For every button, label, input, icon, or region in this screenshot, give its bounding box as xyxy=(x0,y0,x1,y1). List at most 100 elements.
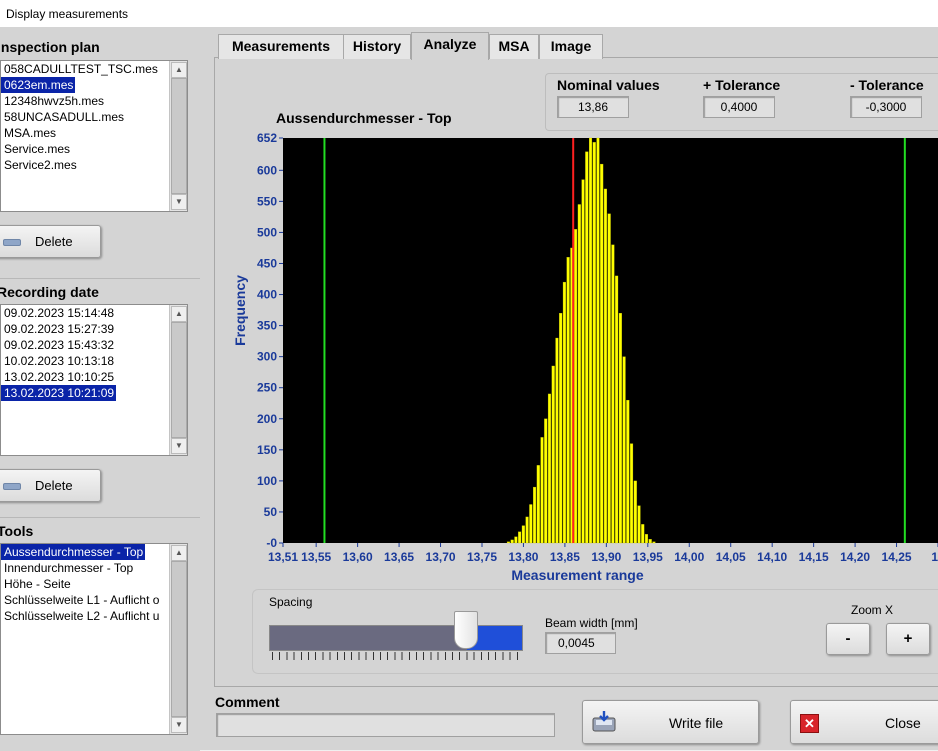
scroll-down-icon[interactable]: ▼ xyxy=(171,717,187,733)
y-tick-label: 450 xyxy=(257,256,277,270)
tab-image[interactable]: Image xyxy=(539,34,603,59)
histogram-bar xyxy=(529,504,533,544)
histogram-bar xyxy=(547,393,551,544)
recording-date-list-item[interactable]: 09.02.2023 15:14:48 xyxy=(1,305,187,321)
zoom-out-label: - xyxy=(845,630,851,647)
recording-date-list-item[interactable]: 09.02.2023 15:27:39 xyxy=(1,321,187,337)
zoom-in-label: + xyxy=(903,630,913,647)
scroll-up-icon[interactable]: ▲ xyxy=(171,545,187,561)
spacing-slider[interactable] xyxy=(269,625,523,651)
histogram-bar xyxy=(600,163,604,544)
tab-analyze[interactable]: Analyze xyxy=(411,32,489,60)
zoom-out-button[interactable]: - xyxy=(826,623,870,655)
tools-item-label: Schlüsselweite L2 - Auflicht u xyxy=(4,609,160,623)
recording-date-scrollbar[interactable]: ▲ ▼ xyxy=(169,305,187,455)
inspection-plan-list-item[interactable]: 058CADULLTEST_TSC.mes xyxy=(1,61,187,77)
tools-list-item[interactable]: Schlüsselweite L2 - Auflicht u xyxy=(1,608,187,624)
y-tick-label: 50 xyxy=(264,505,278,519)
spacing-label: Spacing xyxy=(269,595,313,609)
histogram-bar xyxy=(514,536,518,544)
inspection-plan-list-item[interactable]: Service2.mes xyxy=(1,157,187,173)
zoom-x-label: Zoom X xyxy=(851,603,894,617)
histogram-bar xyxy=(607,213,611,544)
scroll-thumb[interactable] xyxy=(171,322,187,438)
tools-list[interactable]: Aussendurchmesser - Top Innendurchmesser … xyxy=(0,543,188,735)
recording-date-item-label: 09.02.2023 15:43:32 xyxy=(4,338,115,352)
histogram-bar xyxy=(637,505,641,544)
tools-list-item[interactable]: Höhe - Seite xyxy=(1,576,187,592)
scroll-down-icon[interactable]: ▼ xyxy=(171,194,187,210)
recording-date-delete-button[interactable]: Delete xyxy=(0,469,101,502)
histogram-bar xyxy=(533,486,537,544)
inspection-plan-delete-button[interactable]: Delete xyxy=(0,225,101,258)
comment-field[interactable] xyxy=(216,713,555,737)
histogram-bar xyxy=(633,480,637,544)
close-button[interactable]: ✕ Close xyxy=(790,700,938,744)
tools-scrollbar[interactable]: ▲ ▼ xyxy=(169,544,187,734)
tools-list-item[interactable]: Aussendurchmesser - Top xyxy=(1,544,187,560)
close-x-icon: ✕ xyxy=(800,714,819,733)
tab-measurements[interactable]: Measurements xyxy=(218,34,344,59)
y-tick-label: 400 xyxy=(257,288,277,302)
x-tick-label: 13,95 xyxy=(633,550,663,564)
recording-date-list-item[interactable]: 10.02.2023 10:13:18 xyxy=(1,353,187,369)
zoom-in-button[interactable]: + xyxy=(886,623,930,655)
slider-fill xyxy=(270,626,467,650)
inspection-plan-list-item[interactable]: 0623em.mes xyxy=(1,77,187,93)
histogram-bar xyxy=(506,541,510,544)
histogram-bar xyxy=(641,524,645,544)
inspection-plan-list-item[interactable]: Service.mes xyxy=(1,141,187,157)
slider-ticks xyxy=(272,652,518,660)
spacing-slider-handle[interactable] xyxy=(453,611,478,649)
histogram-bar xyxy=(644,534,648,544)
scroll-down-icon[interactable]: ▼ xyxy=(171,438,187,454)
recording-date-item-label: 09.02.2023 15:14:48 xyxy=(4,306,115,320)
minus-icon xyxy=(3,239,21,246)
scroll-up-icon[interactable]: ▲ xyxy=(171,62,187,78)
tab-history[interactable]: History xyxy=(343,34,411,59)
histogram-bar xyxy=(618,313,622,544)
window-title: Display measurements xyxy=(6,7,129,21)
inspection-plan-scrollbar[interactable]: ▲ ▼ xyxy=(169,61,187,211)
tools-list-item[interactable]: Schlüsselweite L1 - Auflicht o xyxy=(1,592,187,608)
recording-date-list-item[interactable]: 13.02.2023 10:21:09 xyxy=(1,385,187,401)
histogram-bar xyxy=(630,443,634,544)
delete-label: Delete xyxy=(35,234,73,249)
scroll-up-icon[interactable]: ▲ xyxy=(171,306,187,322)
minus-tolerance-field: -0,3000 xyxy=(850,96,922,118)
recording-date-list[interactable]: 09.02.2023 15:14:48 09.02.2023 15:27:39 09… xyxy=(0,304,188,456)
tools-item-label: Schlüsselweite L1 - Auflicht o xyxy=(4,593,160,607)
y-tick-label: 200 xyxy=(257,412,277,426)
x-tick-label: 14,10 xyxy=(757,550,787,564)
inspection-plan-list-item[interactable]: MSA.mes xyxy=(1,125,187,141)
inspection-plan-list-item[interactable]: 58UNCASADULL.mes xyxy=(1,109,187,125)
scroll-thumb[interactable] xyxy=(171,561,187,717)
scroll-thumb[interactable] xyxy=(171,78,187,194)
x-tick-label: 13,65 xyxy=(384,550,414,564)
x-tick-label: 13,60 xyxy=(343,550,373,564)
plus-tolerance-label: + Tolerance xyxy=(703,77,781,93)
write-file-button[interactable]: Write file xyxy=(582,700,759,744)
tools-list-item[interactable]: Innendurchmesser - Top xyxy=(1,560,187,576)
tab-msa[interactable]: MSA xyxy=(489,34,539,59)
histogram-bar xyxy=(555,337,559,544)
inspection-plan-list-item[interactable]: 12348hwvz5h.mes xyxy=(1,93,187,109)
inspection-plan-item-label: Service2.mes xyxy=(4,158,77,172)
histogram-bar xyxy=(611,244,615,544)
recording-date-list-item[interactable]: 13.02.2023 10:10:25 xyxy=(1,369,187,385)
histogram-bar xyxy=(540,437,544,544)
beam-width-field: 0,0045 xyxy=(545,632,616,654)
y-tick-label: -0 xyxy=(266,536,277,550)
recording-date-item-label: 09.02.2023 15:27:39 xyxy=(4,322,115,336)
histogram-bar xyxy=(518,531,522,544)
histogram-bar xyxy=(521,525,525,544)
x-tick-label: 13,51 xyxy=(268,550,298,564)
y-tick-label: 500 xyxy=(257,225,277,239)
histogram-bar xyxy=(525,516,529,544)
inspection-plan-list[interactable]: 058CADULLTEST_TSC.mes 0623em.mes 12348hwvz… xyxy=(0,60,188,212)
histogram-bar xyxy=(622,356,626,544)
histogram-bar xyxy=(562,281,566,544)
y-tick-label: 100 xyxy=(257,474,277,488)
tools-item-label: Innendurchmesser - Top xyxy=(4,561,134,575)
recording-date-list-item[interactable]: 09.02.2023 15:43:32 xyxy=(1,337,187,353)
